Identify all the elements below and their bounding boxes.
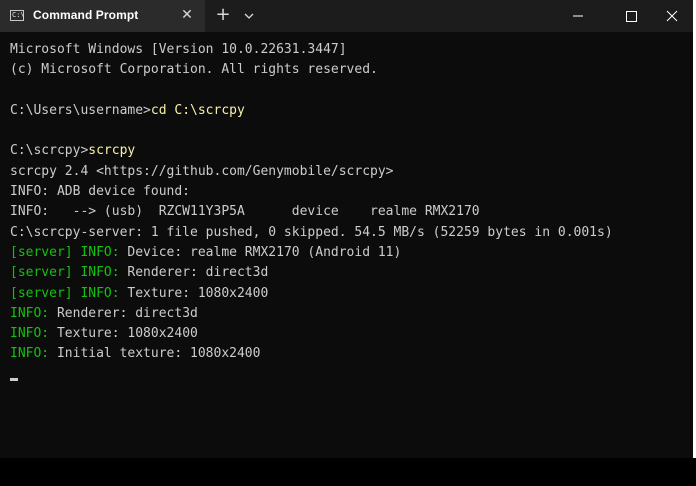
terminal-text: Renderer: direct3d	[49, 305, 198, 321]
terminal-line: INFO: Initial texture: 1080x2400	[10, 344, 685, 364]
terminal-text: cd C:\scrcpy	[150, 102, 245, 118]
close-button[interactable]	[648, 0, 694, 32]
terminal-line: C:\scrcpy-server: 1 file pushed, 0 skipp…	[10, 223, 685, 243]
terminal-line: INFO: ADB device found:	[10, 182, 685, 202]
terminal-line: [server] INFO: Texture: 1080x2400	[10, 284, 685, 304]
terminal-text: Texture: 1080x2400	[49, 326, 198, 342]
terminal-text: Texture: 1080x2400	[119, 285, 269, 301]
terminal-icon: C:\	[10, 10, 25, 21]
minimize-button[interactable]	[555, 0, 601, 32]
terminal-line: INFO: Texture: 1080x2400	[10, 324, 685, 344]
chevron-down-icon[interactable]	[242, 8, 256, 22]
terminal-text: Microsoft Windows [Version 10.0.22631.34…	[10, 42, 347, 57]
title-bar: C:\ Command Prompt ✕ +	[0, 0, 693, 32]
terminal-text: INFO: ADB device found:	[10, 184, 191, 200]
new-tab-button[interactable]: +	[214, 5, 232, 25]
close-icon	[666, 10, 678, 22]
terminal-text: INFO:	[10, 346, 50, 362]
terminal-line: (c) Microsoft Corporation. All rights re…	[10, 60, 685, 80]
terminal-text: C:\scrcpy>	[10, 143, 89, 159]
bottom-strip	[0, 458, 696, 486]
terminal-text: [server] INFO:	[10, 244, 120, 260]
terminal-text: [server] INFO:	[10, 265, 120, 281]
terminal-line: C:\scrcpy>scrcpy	[10, 141, 685, 161]
terminal-line: INFO: --> (usb) RZCW11Y3P5A device realm…	[10, 202, 685, 222]
tab-command-prompt[interactable]: C:\ Command Prompt ✕	[0, 0, 205, 32]
terminal-text: [server] INFO:	[10, 285, 120, 301]
terminal-text: Initial texture: 1080x2400	[49, 346, 261, 362]
terminal-line: scrcpy 2.4 <https://github.com/Genymobil…	[10, 162, 685, 182]
terminal-text: INFO: --> (usb) RZCW11Y3P5A device realm…	[10, 204, 480, 220]
terminal-text: scrcpy 2.4 <https://github.com/Genymobil…	[10, 163, 394, 179]
terminal-line: C:\Users\username>cd C:\scrcpy	[10, 101, 685, 121]
terminal-line: Microsoft Windows [Version 10.0.22631.34…	[10, 40, 685, 60]
maximize-icon	[626, 11, 637, 22]
terminal-line: INFO: Renderer: direct3d	[10, 304, 685, 324]
terminal-text: (c) Microsoft Corporation. All rights re…	[10, 62, 378, 78]
terminal-text: Device: realme RMX2170 (Android 11)	[119, 244, 402, 260]
terminal-text: INFO:	[10, 326, 50, 342]
minimize-icon	[573, 15, 583, 17]
terminal-text: Renderer: direct3d	[119, 265, 269, 281]
tab-close-icon[interactable]: ✕	[180, 7, 194, 23]
tab-title: Command Prompt	[33, 8, 139, 22]
terminal-line: [server] INFO: Device: realme RMX2170 (A…	[10, 243, 685, 263]
maximize-button[interactable]	[605, 0, 651, 32]
terminal-text: INFO:	[10, 305, 50, 321]
text-cursor	[10, 378, 18, 381]
terminal-line: [server] INFO: Renderer: direct3d	[10, 263, 685, 283]
terminal-text: scrcpy	[88, 143, 136, 159]
terminal-text: C:\scrcpy-server: 1 file pushed, 0 skipp…	[10, 224, 613, 240]
terminal-output[interactable]: Microsoft Windows [Version 10.0.22631.34…	[10, 40, 685, 365]
terminal-text: C:\Users\username>	[10, 102, 151, 118]
terminal-window: C:\ Command Prompt ✕ + Microsoft Windows…	[0, 0, 696, 458]
